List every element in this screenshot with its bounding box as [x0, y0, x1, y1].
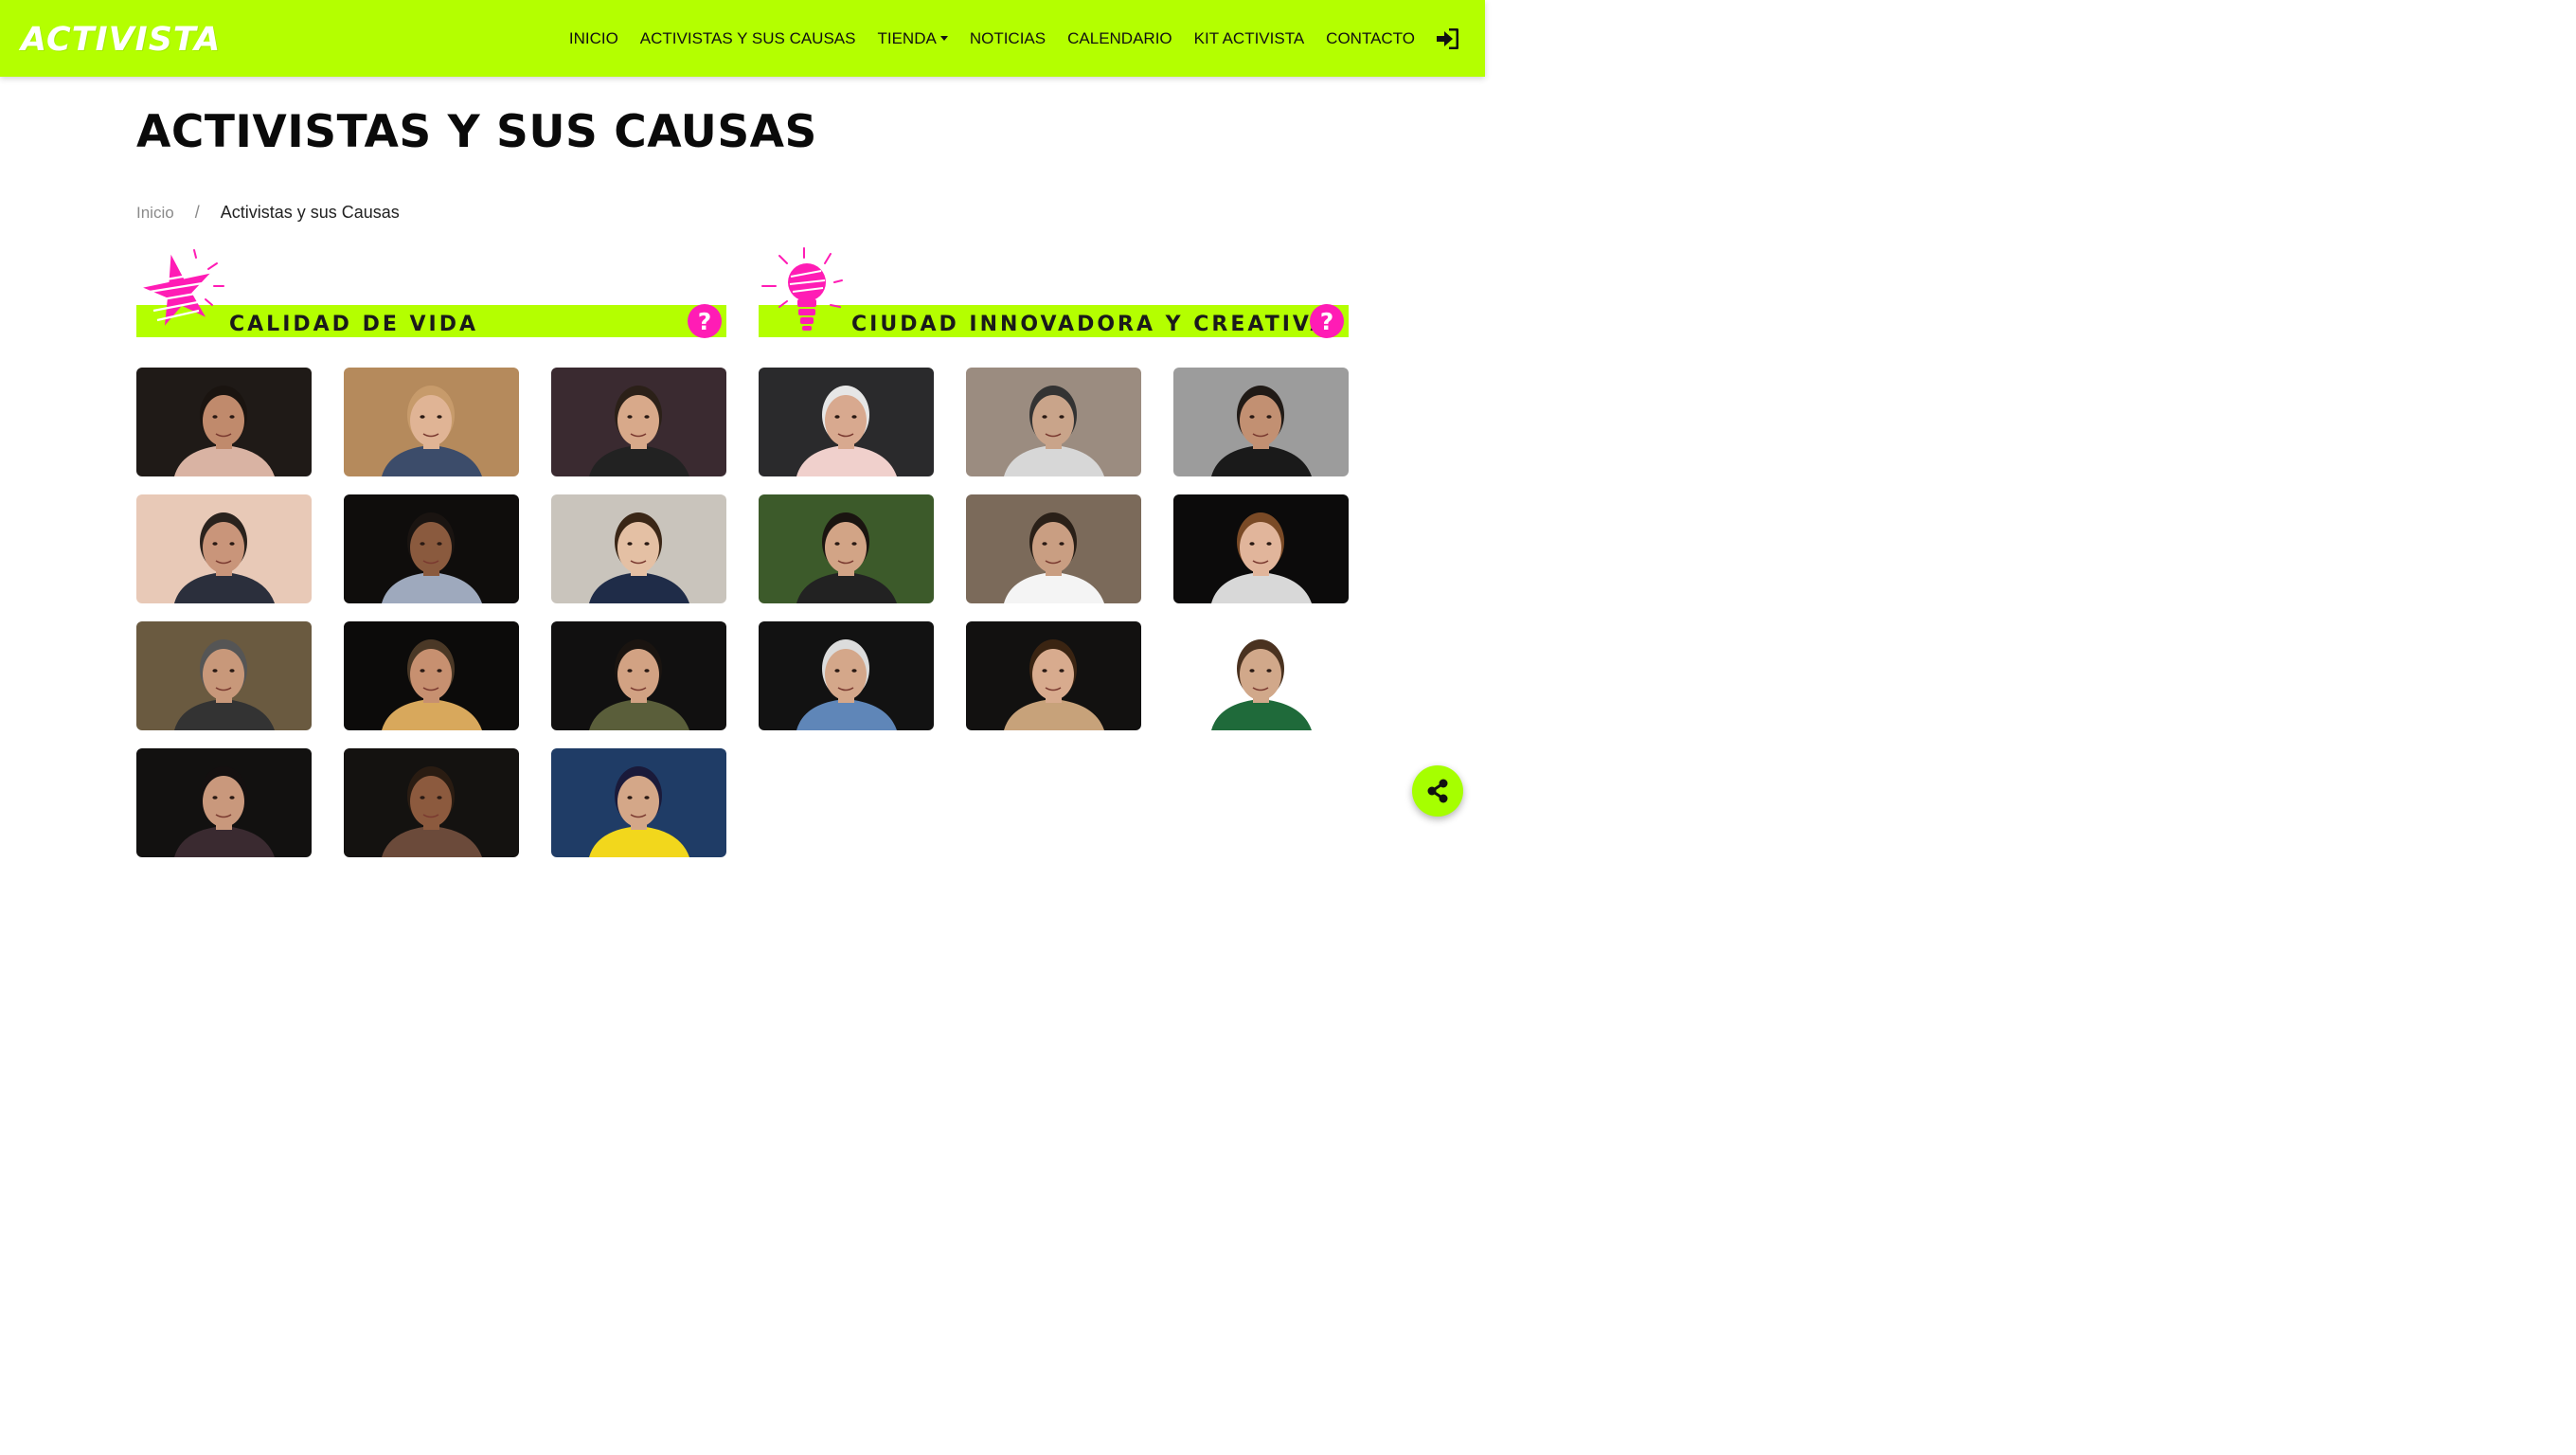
activist-card[interactable] [136, 494, 312, 603]
question-icon: ? [697, 307, 712, 335]
breadcrumb: Inicio / Activistas y sus Causas [136, 203, 400, 223]
nav-kit-activista[interactable]: KIT ACTIVISTA [1194, 29, 1305, 48]
section-title: CALIDAD DE VIDA [229, 313, 479, 336]
activist-photo [759, 621, 934, 730]
activist-photo [966, 494, 1141, 603]
activist-photo [551, 368, 726, 476]
lightbulb-icon [761, 247, 843, 331]
help-button[interactable]: ? [1310, 304, 1344, 338]
activist-photo [966, 368, 1141, 476]
breadcrumb-separator: / [194, 203, 200, 222]
sign-in-icon[interactable] [1436, 27, 1458, 50]
activist-card[interactable] [551, 621, 726, 730]
activist-photo [136, 621, 312, 730]
activist-photo [551, 748, 726, 857]
activist-photo [344, 748, 519, 857]
activist-card[interactable] [344, 748, 519, 857]
nav-activistas[interactable]: ACTIVISTAS Y SUS CAUSAS [640, 29, 856, 48]
activist-card[interactable] [344, 621, 519, 730]
activist-card[interactable] [344, 368, 519, 476]
activist-photo [759, 368, 934, 476]
brand-logo[interactable]: ACTIVISTA [21, 21, 221, 59]
activist-card[interactable] [551, 748, 726, 857]
activist-card[interactable] [1173, 621, 1349, 730]
activist-photo [344, 494, 519, 603]
activist-photo [1173, 494, 1349, 603]
activist-card[interactable] [759, 494, 934, 603]
nav-tienda-dropdown[interactable]: TIENDA [877, 29, 948, 48]
main-nav: INICIO ACTIVISTAS Y SUS CAUSAS TIENDA NO… [547, 0, 1458, 77]
breadcrumb-home-link[interactable]: Inicio [136, 204, 174, 223]
activist-photo [759, 494, 934, 603]
activist-card[interactable] [136, 748, 312, 857]
activist-photo [1173, 621, 1349, 730]
activist-card[interactable] [759, 368, 934, 476]
activist-card[interactable] [551, 494, 726, 603]
section-title: CIUDAD INNOVADORA Y CREATIVA [851, 313, 1330, 336]
page-title: ACTIVISTAS Y SUS CAUSAS [136, 106, 817, 158]
activist-card[interactable] [966, 368, 1141, 476]
nav-contacto[interactable]: CONTACTO [1326, 29, 1415, 48]
activist-photo [551, 621, 726, 730]
nav-inicio[interactable]: INICIO [569, 29, 618, 48]
activist-photo [136, 748, 312, 857]
question-icon: ? [1319, 307, 1334, 335]
activist-photo [344, 368, 519, 476]
activist-photo [551, 494, 726, 603]
activist-photo [966, 621, 1141, 730]
activist-card[interactable] [966, 621, 1141, 730]
activist-card[interactable] [551, 368, 726, 476]
share-button[interactable] [1412, 765, 1463, 817]
star-icon [143, 249, 224, 326]
nav-noticias[interactable]: NOTICIAS [970, 29, 1046, 48]
activist-card[interactable] [344, 494, 519, 603]
activist-card[interactable] [759, 621, 934, 730]
activist-photo [136, 494, 312, 603]
activist-photo [344, 621, 519, 730]
share-icon [1427, 779, 1448, 803]
chevron-down-icon [939, 36, 948, 41]
help-button[interactable]: ? [688, 304, 722, 338]
breadcrumb-current: Activistas y sus Causas [220, 203, 400, 222]
activist-card[interactable] [966, 494, 1141, 603]
activist-photo [1173, 368, 1349, 476]
activist-photo [136, 368, 312, 476]
top-navbar: ACTIVISTA INICIO ACTIVISTAS Y SUS CAUSAS… [0, 0, 1485, 77]
activist-card[interactable] [136, 368, 312, 476]
activist-card[interactable] [136, 621, 312, 730]
activist-card[interactable] [1173, 368, 1349, 476]
nav-calendario[interactable]: CALENDARIO [1067, 29, 1172, 48]
activist-card[interactable] [1173, 494, 1349, 603]
